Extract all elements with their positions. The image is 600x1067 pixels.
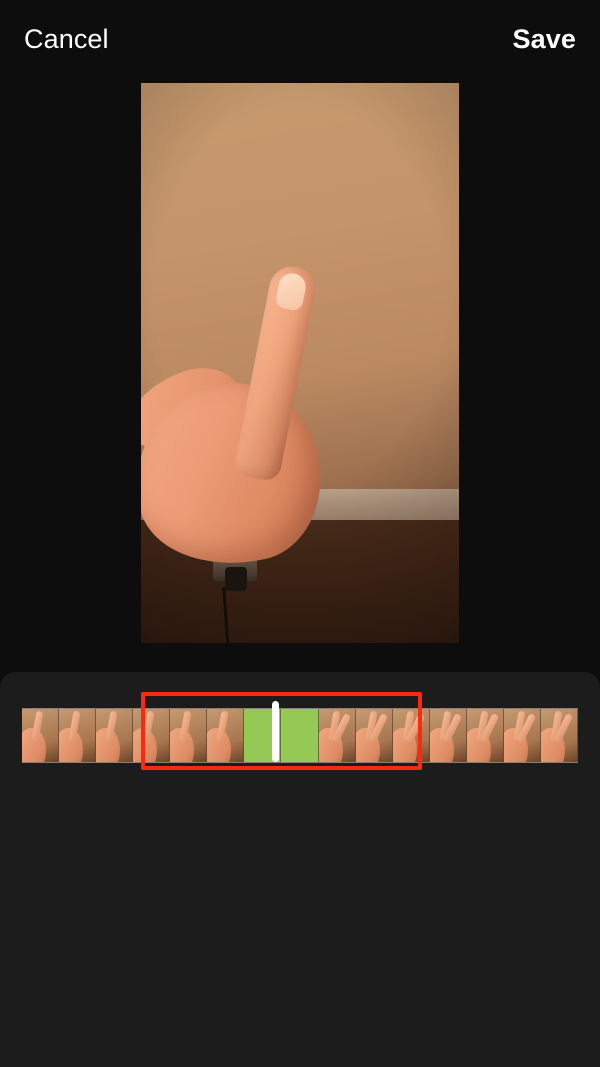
timeline-area <box>0 672 600 772</box>
timeline-frame[interactable] <box>207 709 245 762</box>
timeline-frame[interactable] <box>466 709 504 762</box>
save-button[interactable]: Save <box>513 24 576 55</box>
pointing-hand <box>141 262 375 583</box>
timeline-frame[interactable] <box>392 709 430 762</box>
cancel-button[interactable]: Cancel <box>24 24 109 55</box>
timeline-frame[interactable] <box>281 709 319 762</box>
timeline-frame[interactable] <box>503 709 541 762</box>
power-cord <box>222 587 235 643</box>
timeline-frame[interactable] <box>59 709 97 762</box>
timeline-frame[interactable] <box>429 709 467 762</box>
timeline-frame[interactable] <box>170 709 208 762</box>
timeline-frame[interactable] <box>133 709 171 762</box>
timeline-frame[interactable] <box>540 709 578 762</box>
video-preview[interactable] <box>141 83 459 643</box>
timeline-frame[interactable] <box>355 709 393 762</box>
timeline-frame[interactable] <box>22 709 60 762</box>
top-bar: Cancel Save <box>0 0 600 78</box>
timeline-filmstrip[interactable] <box>22 708 578 763</box>
timeline-playhead[interactable] <box>272 701 279 762</box>
video-editor-screen: Cancel Save Tap multiple times to repeat… <box>0 0 600 1067</box>
video-frame-image <box>141 83 459 643</box>
timeline-frame[interactable] <box>96 709 134 762</box>
timeline-frame[interactable] <box>318 709 356 762</box>
fingernail <box>274 271 308 312</box>
editor-panel: Tap multiple times to repeat transitions… <box>0 672 600 1067</box>
